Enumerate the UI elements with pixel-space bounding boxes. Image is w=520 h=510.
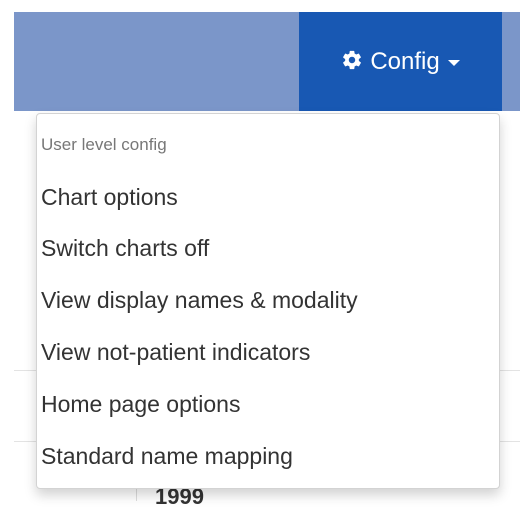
config-button-label: Config <box>370 47 440 75</box>
menu-item-switch-charts-off[interactable]: Switch charts off <box>41 233 209 263</box>
gear-icon <box>341 49 363 71</box>
caret-down-icon <box>447 60 460 66</box>
menu-item-view-not-patient-indicators[interactable]: View not-patient indicators <box>41 337 310 367</box>
config-dropdown-button[interactable]: Config <box>299 12 502 111</box>
menu-item-home-page-options[interactable]: Home page options <box>41 389 240 419</box>
dropdown-header: User level config <box>41 135 167 154</box>
menu-item-view-display-names[interactable]: View display names & modality <box>41 285 358 315</box>
menu-item-standard-name-mapping[interactable]: Standard name mapping <box>41 441 293 471</box>
menu-item-chart-options[interactable]: Chart options <box>41 182 178 212</box>
